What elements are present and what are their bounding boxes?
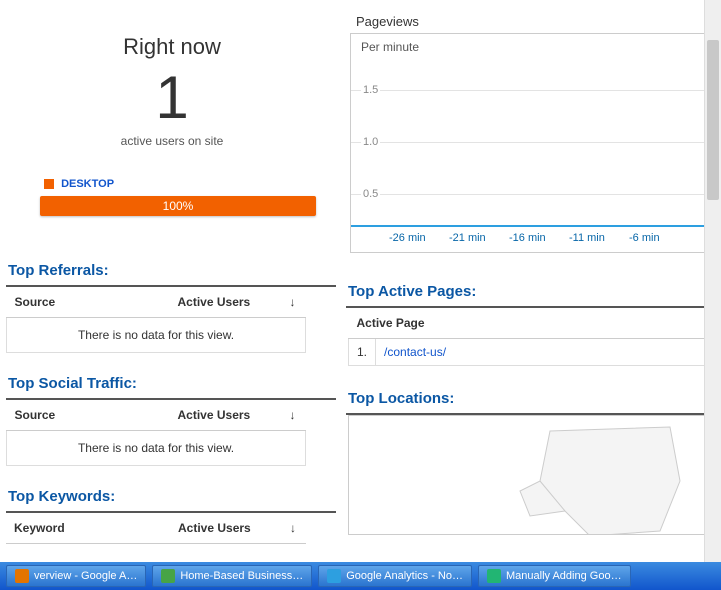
- pageviews-title: Pageviews: [344, 0, 721, 33]
- device-bar-desktop: 100%: [40, 196, 316, 216]
- sort-icon[interactable]: ↓: [280, 287, 306, 318]
- col-active-page[interactable]: Active Page: [349, 308, 708, 339]
- taskbar-label: Home-Based Business…: [180, 570, 303, 582]
- x-tick: -21 min: [449, 232, 486, 244]
- active-page-link[interactable]: /contact-us/: [376, 339, 708, 366]
- y-tick: 0.5: [361, 188, 380, 200]
- gridline: [351, 90, 720, 91]
- scrollbar[interactable]: [704, 0, 721, 564]
- windows-taskbar[interactable]: verview - Google A… Home-Based Business……: [0, 562, 721, 590]
- active-users-count: 1: [4, 60, 340, 134]
- taskbar-item[interactable]: verview - Google A…: [6, 565, 146, 587]
- taskbar-label: Manually Adding Goo…: [506, 570, 622, 582]
- chart-mode-label: Per minute: [361, 40, 419, 54]
- taskbar-item[interactable]: Google Analytics - No…: [318, 565, 472, 587]
- app-icon: [161, 569, 175, 583]
- referrals-empty: There is no data for this view.: [7, 318, 306, 353]
- legend-color-desktop: [44, 179, 54, 189]
- section-title-social: Top Social Traffic:: [4, 353, 340, 396]
- social-table: Source Active Users ↓ There is no data f…: [6, 400, 306, 466]
- section-title-keywords: Top Keywords:: [4, 466, 340, 509]
- sort-icon[interactable]: ↓: [280, 513, 306, 544]
- taskbar-item[interactable]: Home-Based Business…: [152, 565, 312, 587]
- gridline: [351, 194, 720, 195]
- taskbar-label: verview - Google A…: [34, 570, 137, 582]
- legend-label-desktop: DESKTOP: [61, 178, 114, 190]
- col-active-users[interactable]: Active Users: [170, 400, 280, 431]
- baseline: [351, 225, 720, 227]
- gridline: [351, 142, 720, 143]
- taskbar-item[interactable]: Manually Adding Goo…: [478, 565, 631, 587]
- col-active-users[interactable]: Active Users: [170, 513, 280, 544]
- y-tick: 1.0: [361, 136, 380, 148]
- active-pages-table: Active Page 1. /contact-us/: [348, 308, 708, 366]
- active-users-sub: active users on site: [4, 134, 340, 178]
- row-index: 1.: [349, 339, 376, 366]
- section-title-locations: Top Locations:: [344, 366, 721, 411]
- section-title-referrals: Top Referrals:: [4, 216, 340, 283]
- pageviews-chart: Per minute 1.5 1.0 0.5 -26 min -21 min -…: [350, 33, 721, 253]
- table-row[interactable]: 1. /contact-us/: [349, 339, 708, 366]
- col-source[interactable]: Source: [7, 287, 170, 318]
- map-region-icon: [470, 421, 690, 535]
- scrollbar-thumb[interactable]: [707, 40, 719, 200]
- right-now-title: Right now: [4, 0, 340, 60]
- app-icon: [487, 569, 501, 583]
- col-active-users[interactable]: Active Users: [170, 287, 280, 318]
- locations-map[interactable]: [348, 415, 721, 535]
- section-title-active-pages: Top Active Pages:: [344, 253, 721, 304]
- x-tick: -26 min: [389, 232, 426, 244]
- x-tick: -16 min: [509, 232, 546, 244]
- referrals-table: Source Active Users ↓ There is no data f…: [6, 287, 306, 353]
- x-tick: -6 min: [629, 232, 660, 244]
- social-empty: There is no data for this view.: [7, 431, 306, 466]
- keywords-table: Keyword Active Users ↓: [6, 513, 306, 544]
- col-source[interactable]: Source: [7, 400, 170, 431]
- app-icon: [15, 569, 29, 583]
- x-tick: -11 min: [569, 232, 605, 244]
- page-link[interactable]: /contact-us/: [384, 345, 446, 359]
- taskbar-label: Google Analytics - No…: [346, 570, 463, 582]
- device-legend: DESKTOP: [4, 178, 340, 196]
- app-icon: [327, 569, 341, 583]
- col-keyword[interactable]: Keyword: [6, 513, 170, 544]
- y-tick: 1.5: [361, 84, 380, 96]
- sort-icon[interactable]: ↓: [280, 400, 306, 431]
